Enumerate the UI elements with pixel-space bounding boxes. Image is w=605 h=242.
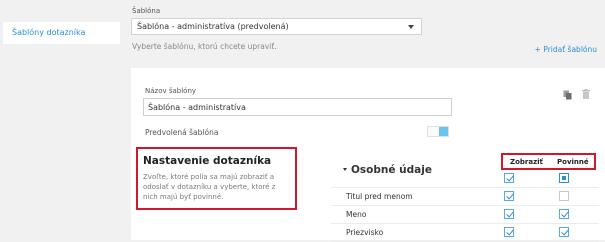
show-checkbox[interactable] (504, 191, 514, 201)
default-template-toggle[interactable] (427, 126, 449, 137)
template-select[interactable]: Šablóna - administratíva (predvolená) (131, 18, 422, 35)
table-row: Meno (331, 206, 599, 224)
settings-title: Nastavenie dotazníka (143, 155, 272, 167)
copy-icon[interactable] (563, 90, 572, 100)
toggle-knob (439, 127, 448, 136)
settings-info-box: Nastavenie dotazníka Zvoľte, ktoré polia… (136, 147, 297, 210)
column-show-header: Zobraziť (510, 158, 543, 166)
required-checkbox[interactable] (559, 227, 569, 237)
required-checkbox[interactable] (559, 191, 569, 201)
table-row: Titul pred menom (331, 188, 599, 206)
required-checkbox[interactable] (559, 173, 569, 183)
required-checkbox[interactable] (559, 209, 569, 219)
column-headers: Zobraziť Povinné (501, 153, 596, 170)
default-template-label: Predvolená šablóna (145, 128, 219, 137)
table-row: Priezvisko (331, 224, 599, 242)
field-label: Priezvisko (346, 228, 384, 237)
table-row (331, 170, 599, 188)
fields-table: Titul pred menom Meno Priezvisko (331, 170, 599, 242)
field-label: Titul pred menom (346, 192, 413, 201)
settings-description: Zvoľte, ktoré polia sa majú zobraziť a o… (143, 173, 276, 201)
template-name-label: Názov šablóny (145, 87, 197, 95)
field-label: Meno (346, 210, 367, 219)
sidebar-item-templates[interactable]: Šablóny dotazníka (3, 22, 120, 44)
column-required-header: Povinné (557, 158, 589, 166)
show-checkbox[interactable] (504, 209, 514, 219)
trash-icon[interactable] (582, 89, 590, 99)
sidebar: Šablóny dotazníka (0, 0, 122, 240)
main-panel: Šablóna Šablóna - administratíva (predvo… (122, 0, 605, 242)
chevron-down-icon (408, 25, 414, 29)
template-select-hint: Vyberte šablónu, ktorú chcete upraviť. (132, 42, 277, 51)
template-select-label: Šablóna (132, 7, 161, 15)
show-checkbox[interactable] (504, 227, 514, 237)
template-editor-card: Názov šablóny Šablóna - administratíva P… (131, 68, 605, 242)
template-select-value: Šablóna - administratíva (predvolená) (137, 22, 289, 31)
show-checkbox[interactable] (504, 173, 514, 183)
template-name-input[interactable]: Šablóna - administratíva (143, 98, 452, 116)
add-template-link[interactable]: + Pridať šablónu (535, 45, 597, 54)
